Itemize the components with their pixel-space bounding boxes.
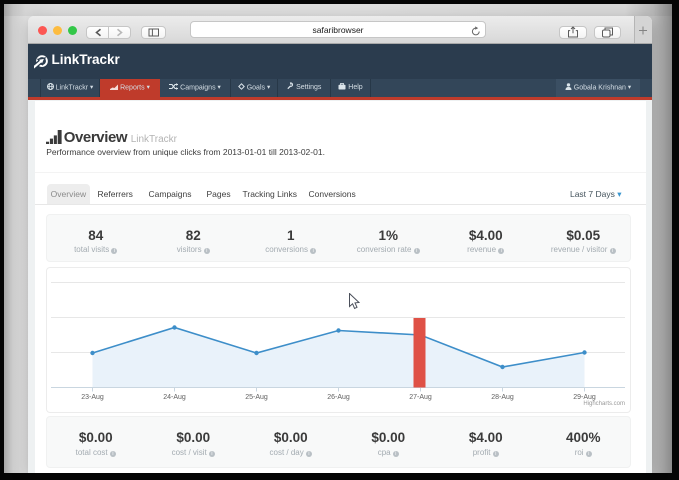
svg-text:29-Aug: 29-Aug: [573, 394, 596, 401]
svg-text:26-Aug: 26-Aug: [327, 394, 350, 401]
svg-text:23-Aug: 23-Aug: [81, 394, 104, 401]
svg-text:Highcharts.com: Highcharts.com: [583, 401, 625, 407]
svg-text:24-Aug: 24-Aug: [163, 394, 186, 401]
svg-text:27-Aug: 27-Aug: [409, 394, 432, 401]
svg-text:25-Aug: 25-Aug: [245, 394, 268, 401]
svg-text:28-Aug: 28-Aug: [491, 394, 514, 401]
